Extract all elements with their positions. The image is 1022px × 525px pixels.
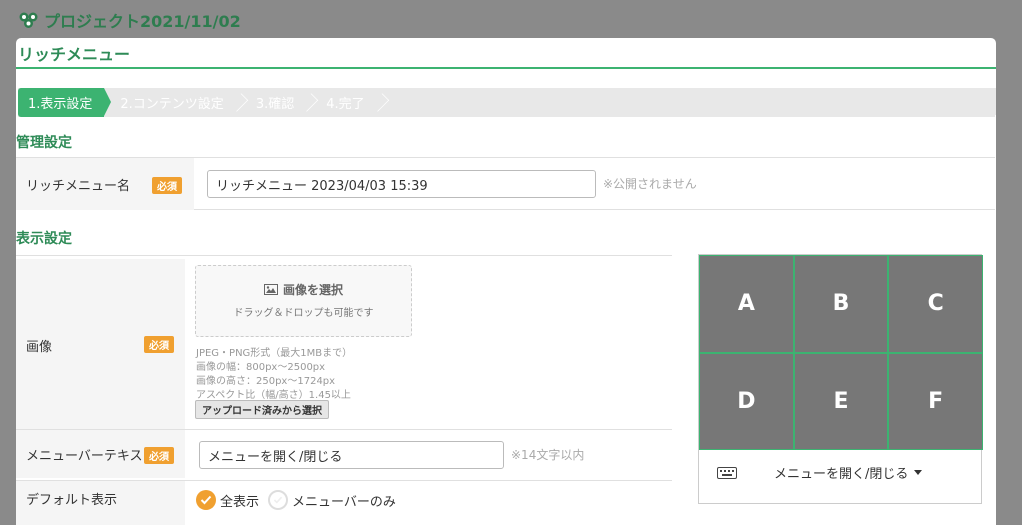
image-label-cell: 画像 必須	[16, 259, 185, 432]
default-display-row: デフォルト表示 全表示 メニューバーのみ	[16, 480, 672, 525]
step-confirm: 3.確認	[246, 88, 316, 117]
radio-show-all-label: 全表示	[220, 494, 260, 510]
default-display-label-cell: デフォルト表示	[16, 481, 185, 525]
default-display-label: デフォルト表示	[26, 493, 118, 508]
preview-menubar[interactable]: メニューを開く/閉じる	[699, 450, 981, 494]
preview-area-d[interactable]: D	[700, 353, 793, 449]
radio-menubar-only-label: メニューバーのみ	[292, 494, 396, 510]
checkmark-icon	[196, 490, 216, 510]
preview-area-f[interactable]: F	[889, 353, 982, 449]
management-section-title: 管理設定	[16, 135, 72, 151]
radio-show-all[interactable]: 全表示	[196, 490, 259, 510]
menubar-text-hint: ※14文字以内	[511, 448, 585, 462]
rich-menu-modal: リッチメニュー 1.表示設定 2.コンテンツ設定 3.確認 4.完了 管理設定 …	[16, 38, 996, 525]
rich-menu-preview: A B C D E F メニューを開く/閉じる	[698, 254, 983, 504]
image-dropzone[interactable]: 画像を選択 ドラッグ＆ドロップも可能です	[195, 265, 412, 337]
project-logo-icon	[19, 12, 38, 28]
radio-menubar-only[interactable]: メニューバーのみ	[268, 490, 396, 510]
project-title-text: プロジェクト2021/11/02	[44, 12, 241, 31]
preview-menubar-text: メニューを開く/閉じる	[774, 467, 909, 482]
unchecked-icon	[268, 490, 288, 510]
image-spec-line: 画像の高さ：250px～1724px	[196, 376, 336, 387]
required-badge: 必須	[144, 336, 174, 353]
step-progress: 1.表示設定 2.コンテンツ設定 3.確認 4.完了	[18, 88, 996, 117]
rich-menu-name-input[interactable]: リッチメニュー 2023/04/03 15:39	[207, 170, 596, 198]
dropzone-title: 画像を選択	[282, 283, 343, 297]
display-section-title: 表示設定	[16, 231, 72, 247]
rich-menu-name-label-cell: リッチメニュー名 必須	[16, 158, 194, 210]
select-uploaded-button[interactable]: アップロード済みから選択	[195, 400, 329, 419]
rich-menu-name-row: リッチメニュー名 必須 リッチメニュー 2023/04/03 15:39 ※公開…	[16, 157, 996, 210]
rich-menu-name-label: リッチメニュー名	[26, 178, 131, 194]
menubar-text-label-cell: メニューバーテキスト 必須	[16, 430, 185, 478]
menubar-text-input[interactable]: メニューを開く/閉じる	[199, 441, 504, 469]
modal-title: リッチメニュー	[18, 44, 131, 64]
step-content-settings: 2.コンテンツ設定	[110, 88, 245, 117]
image-spec-line: JPEG・PNG形式（最大1MBまで）	[196, 348, 353, 359]
preview-area-c[interactable]: C	[889, 256, 982, 352]
preview-area-a[interactable]: A	[700, 256, 793, 352]
step-complete: 4.完了	[316, 88, 386, 117]
menubar-text-label: メニューバーテキスト	[26, 448, 144, 464]
modal-header: リッチメニュー	[16, 38, 996, 69]
image-spec-line: 画像の幅：800px～2500px	[196, 362, 326, 373]
rich-menu-name-hint: ※公開されません	[603, 177, 697, 191]
image-spec-line: アスペクト比（幅/高さ）1.45以上	[196, 390, 351, 401]
dropzone-subtitle: ドラッグ＆ドロップも可能です	[233, 308, 374, 319]
modal-scrollbar[interactable]	[995, 115, 996, 525]
project-title: プロジェクト2021/11/02	[18, 8, 241, 32]
caret-down-icon	[914, 470, 923, 475]
preview-grid: A B C D E F	[699, 255, 983, 450]
required-badge: 必須	[152, 177, 182, 194]
image-label: 画像	[26, 340, 53, 355]
image-icon	[263, 284, 278, 295]
required-badge: 必須	[144, 447, 174, 464]
menubar-text-row: メニューバーテキスト 必須 メニューを開く/閉じる ※14文字以内	[16, 429, 672, 479]
step-display-settings: 1.表示設定	[18, 88, 112, 117]
preview-area-e[interactable]: E	[794, 353, 888, 449]
keyboard-icon	[717, 467, 737, 479]
preview-area-b[interactable]: B	[794, 256, 888, 352]
